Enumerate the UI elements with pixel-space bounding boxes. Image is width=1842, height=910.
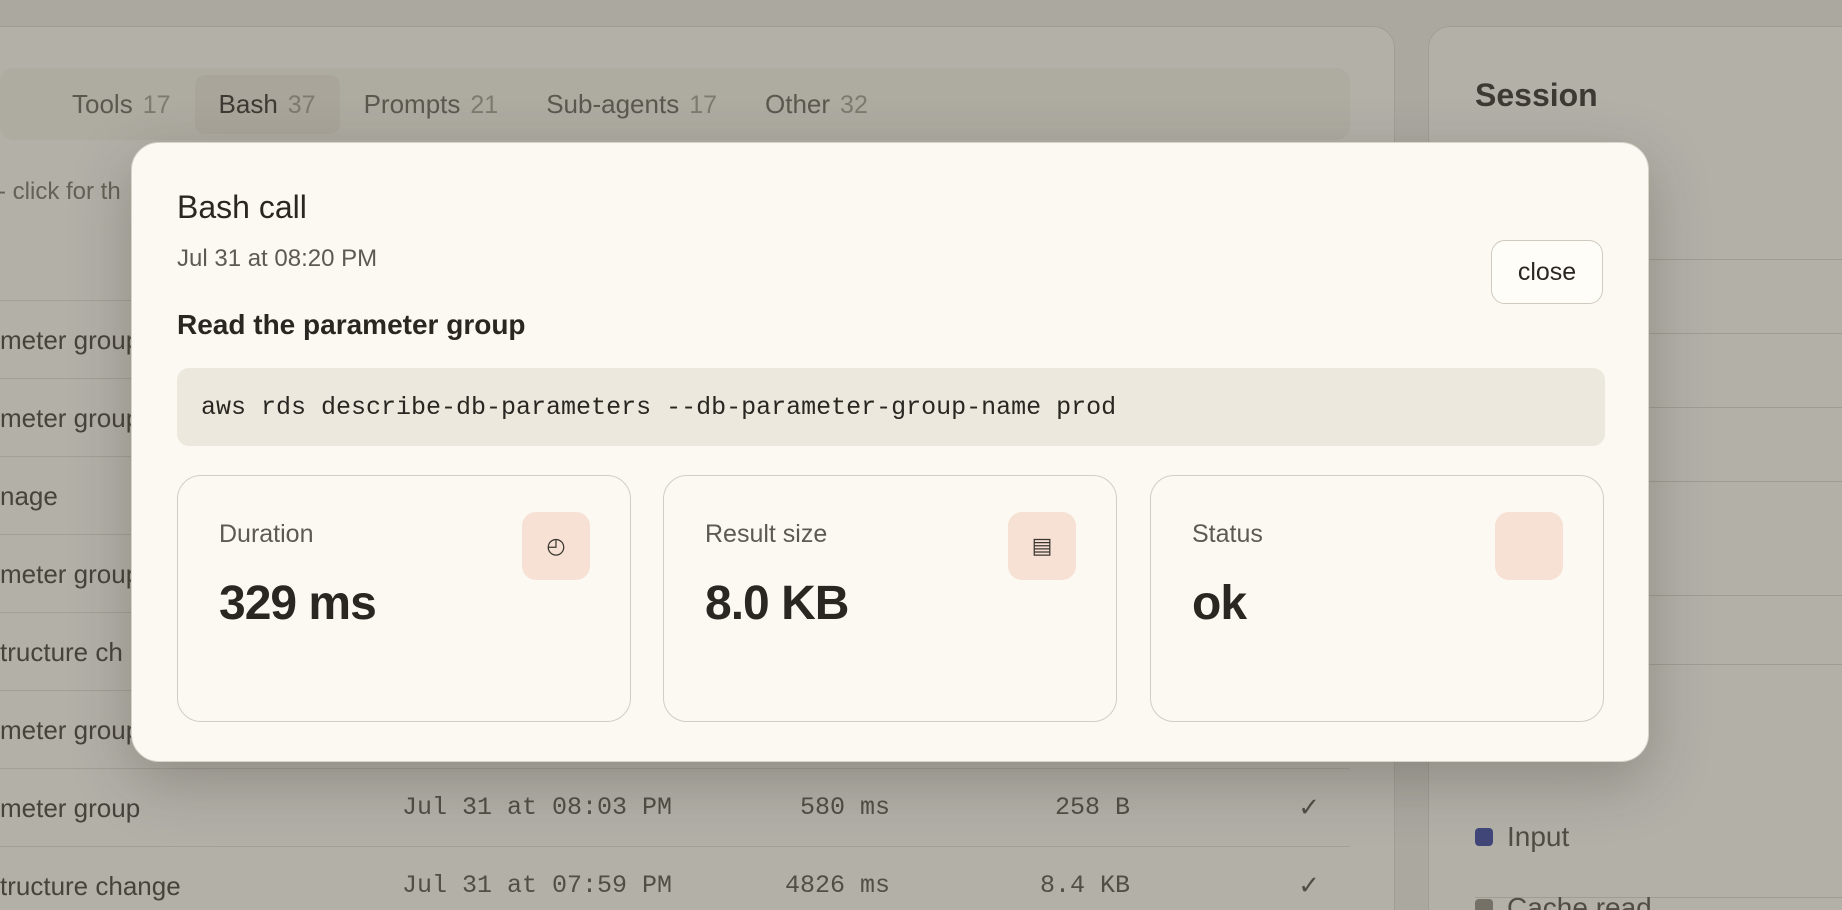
status-card: Status ok — [1150, 475, 1604, 722]
card-label: Duration — [219, 520, 314, 548]
dialog-title: Bash call — [177, 189, 307, 225]
result-size-card: Result size 8.0 KB ▤ — [663, 475, 1117, 722]
close-button[interactable]: close — [1491, 240, 1603, 304]
call-description: Read the parameter group — [177, 309, 526, 340]
card-value: ok — [1192, 577, 1247, 630]
card-value: 329 ms — [219, 577, 377, 630]
status-icon — [1495, 512, 1563, 580]
duration-card: Duration 329 ms ◴ — [177, 475, 631, 722]
document-icon: ▤ — [1008, 512, 1076, 580]
card-value: 8.0 KB — [705, 577, 849, 630]
dialog-timestamp: Jul 31 at 08:20 PM — [177, 245, 378, 272]
card-label: Status — [1192, 520, 1263, 548]
command-block: aws rds describe-db-parameters --db-para… — [177, 368, 1605, 446]
bash-call-dialog: Bash call Jul 31 at 08:20 PM close Read … — [131, 142, 1649, 762]
card-label: Result size — [705, 520, 828, 548]
clock-icon: ◴ — [522, 512, 590, 580]
